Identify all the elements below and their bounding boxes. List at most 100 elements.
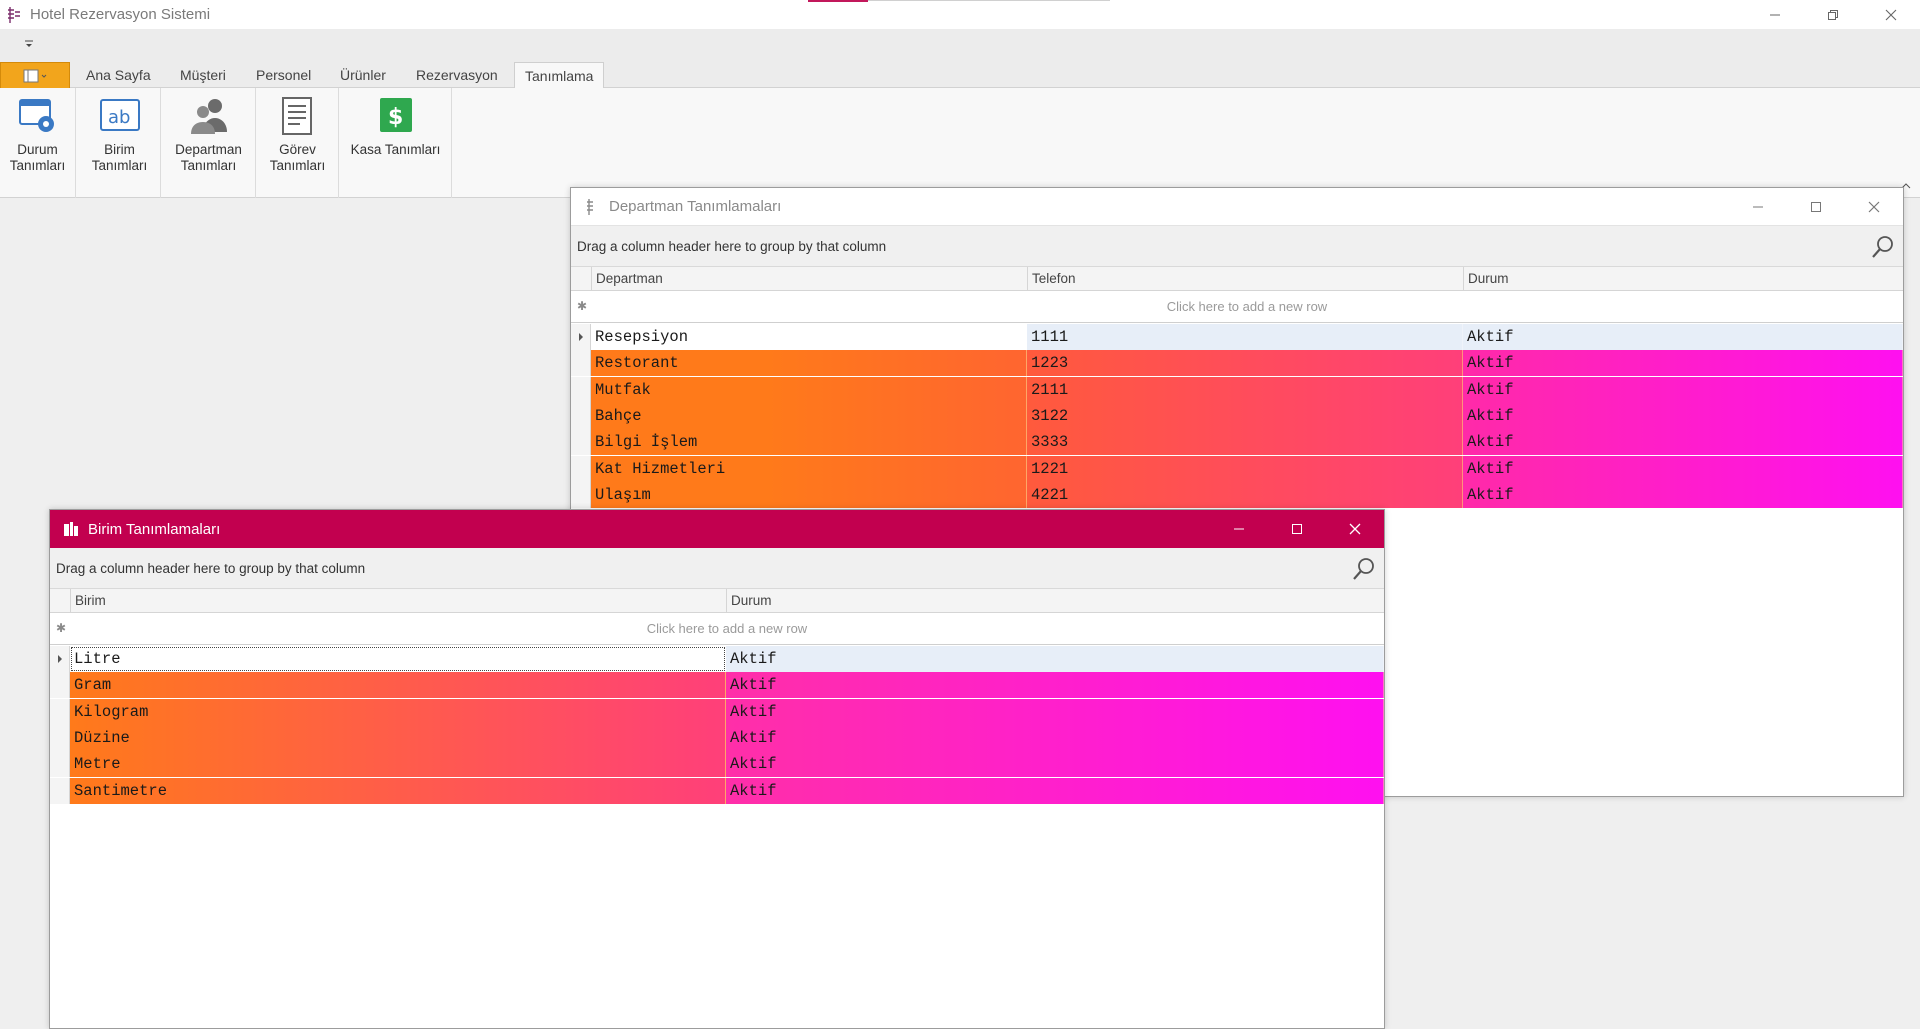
table-cell[interactable]: 1111 — [1027, 324, 1463, 350]
table-row[interactable]: Santimetre Aktif — [50, 777, 1384, 804]
row-indicator[interactable] — [571, 455, 591, 482]
table-row[interactable]: Mutfak 2111 Aktif — [571, 376, 1903, 403]
row-indicator[interactable] — [571, 402, 591, 429]
row-indicator[interactable] — [571, 429, 591, 456]
gorev-tanimlari-button[interactable]: Görev Tanımları — [257, 88, 339, 198]
birim-maximize-button[interactable] — [1268, 510, 1326, 548]
table-cell[interactable]: 1221 — [1027, 455, 1463, 482]
birim-group-panel[interactable]: Drag a column header here to group by th… — [50, 548, 1384, 589]
table-cell[interactable]: Aktif — [726, 724, 1384, 751]
birim-durum-col-header[interactable]: Durum — [726, 589, 1384, 613]
table-cell[interactable]: Mutfak — [591, 376, 1027, 403]
table-row[interactable]: Kat Hizmetleri 1221 Aktif — [571, 455, 1903, 482]
table-cell[interactable]: Restorant — [591, 350, 1027, 377]
department-users-icon — [189, 96, 229, 136]
table-cell[interactable]: 2111 — [1027, 376, 1463, 403]
row-indicator[interactable] — [571, 350, 591, 377]
tab-ana-sayfa[interactable]: Ana Sayfa — [76, 62, 161, 88]
table-cell[interactable]: Aktif — [1463, 481, 1903, 508]
telefon-col-header[interactable]: Telefon — [1027, 267, 1463, 291]
row-indicator[interactable] — [50, 751, 70, 778]
table-cell[interactable]: Aktif — [1463, 350, 1903, 377]
row-indicator[interactable] — [50, 646, 70, 672]
table-cell[interactable]: Aktif — [726, 672, 1384, 699]
file-menu-button[interactable] — [0, 62, 70, 88]
table-row[interactable]: Gram Aktif — [50, 672, 1384, 699]
focused-row-arrow-icon — [58, 655, 62, 663]
row-indicator[interactable] — [50, 777, 70, 804]
durum-tanimlari-button[interactable]: Durum Tanımları — [0, 88, 76, 198]
tab-tanimlama[interactable]: Tanımlama — [514, 62, 605, 89]
table-row[interactable]: Ulaşım 4221 Aktif — [571, 481, 1903, 508]
row-indicator[interactable] — [571, 481, 591, 508]
table-cell[interactable]: Aktif — [1463, 376, 1903, 403]
table-cell[interactable]: Bilgi İşlem — [591, 429, 1027, 456]
departman-search-icon[interactable] — [1871, 235, 1895, 259]
birim-search-icon[interactable] — [1352, 557, 1376, 581]
table-cell[interactable]: Aktif — [726, 777, 1384, 804]
close-button[interactable] — [1862, 0, 1920, 29]
departman-window-titlebar[interactable]: Departman Tanımlamaları — [571, 188, 1903, 226]
minimize-button[interactable] — [1746, 0, 1804, 29]
table-cell[interactable]: Kat Hizmetleri — [591, 455, 1027, 482]
table-cell[interactable]: Litre — [70, 646, 726, 672]
table-cell[interactable]: Aktif — [726, 646, 1384, 672]
table-cell[interactable]: Santimetre — [70, 777, 726, 804]
table-row[interactable]: Metre Aktif — [50, 751, 1384, 778]
birim-new-row[interactable]: ✱ Click here to add a new row — [50, 613, 1384, 645]
row-indicator[interactable] — [50, 724, 70, 751]
table-cell[interactable]: Gram — [70, 672, 726, 699]
ribbon-tab-row: Ana Sayfa Müşteri Personel Ürünler Rezer… — [0, 58, 1920, 89]
row-indicator[interactable] — [571, 324, 591, 350]
tab-personel[interactable]: Personel — [246, 62, 321, 88]
table-row[interactable]: Litre Aktif — [50, 646, 1384, 672]
departman-col-header[interactable]: Departman — [591, 267, 1027, 291]
table-row[interactable]: Restorant 1223 Aktif — [571, 350, 1903, 377]
table-cell[interactable]: Aktif — [1463, 429, 1903, 456]
birim-close-button[interactable] — [1326, 510, 1384, 548]
table-cell[interactable]: 3333 — [1027, 429, 1463, 456]
durum-col-header[interactable]: Durum — [1463, 267, 1903, 291]
minimize-icon — [1234, 528, 1244, 530]
table-cell[interactable]: Kilogram — [70, 698, 726, 725]
table-row[interactable]: Bahçe 3122 Aktif — [571, 402, 1903, 429]
table-cell[interactable]: Aktif — [1463, 324, 1903, 350]
table-cell[interactable]: Ulaşım — [591, 481, 1027, 508]
table-cell[interactable]: Metre — [70, 751, 726, 778]
table-cell[interactable]: Aktif — [1463, 402, 1903, 429]
tab-rezervasyon[interactable]: Rezervasyon — [406, 62, 508, 88]
departman-tanimlari-button[interactable]: Departman Tanımları — [162, 88, 256, 198]
departman-minimize-button[interactable] — [1729, 188, 1787, 226]
table-cell[interactable]: Düzine — [70, 724, 726, 751]
birim-tanimlari-button[interactable]: ab Birim Tanımları — [79, 88, 161, 198]
row-indicator[interactable] — [50, 698, 70, 725]
restore-button[interactable] — [1804, 0, 1862, 29]
table-cell[interactable]: Bahçe — [591, 402, 1027, 429]
table-row[interactable]: Kilogram Aktif — [50, 698, 1384, 725]
departman-new-row[interactable]: ✱ Click here to add a new row — [571, 291, 1903, 323]
customize-qat-icon[interactable] — [22, 37, 36, 51]
kasa-tanimlari-button[interactable]: $ Kasa Tanımları — [340, 88, 452, 198]
birim-minimize-button[interactable] — [1210, 510, 1268, 548]
departman-group-panel[interactable]: Drag a column header here to group by th… — [571, 226, 1903, 267]
departman-maximize-button[interactable] — [1787, 188, 1845, 226]
table-cell[interactable]: 4221 — [1027, 481, 1463, 508]
table-cell[interactable]: Aktif — [726, 751, 1384, 778]
table-row[interactable]: Düzine Aktif — [50, 724, 1384, 751]
table-row[interactable]: Resepsiyon 1111 Aktif — [571, 324, 1903, 350]
row-indicator[interactable] — [571, 376, 591, 403]
tab-musteri[interactable]: Müşteri — [170, 62, 236, 88]
table-cell[interactable]: Resepsiyon — [591, 324, 1027, 350]
departman-close-button[interactable] — [1845, 188, 1903, 226]
table-cell[interactable]: Aktif — [1463, 455, 1903, 482]
table-row[interactable]: Bilgi İşlem 3333 Aktif — [571, 429, 1903, 456]
tab-urunler[interactable]: Ürünler — [330, 62, 396, 88]
table-cell[interactable]: 1223 — [1027, 350, 1463, 377]
table-cell[interactable]: Aktif — [726, 698, 1384, 725]
table-cell[interactable]: 3122 — [1027, 402, 1463, 429]
birim-window-titlebar[interactable]: Birim Tanımlamaları — [50, 510, 1384, 548]
row-indicator[interactable] — [50, 672, 70, 699]
birim-grid-header: Birim Durum — [50, 589, 1384, 613]
birim-col-header[interactable]: Birim — [70, 589, 726, 613]
status-settings-icon — [18, 96, 58, 136]
